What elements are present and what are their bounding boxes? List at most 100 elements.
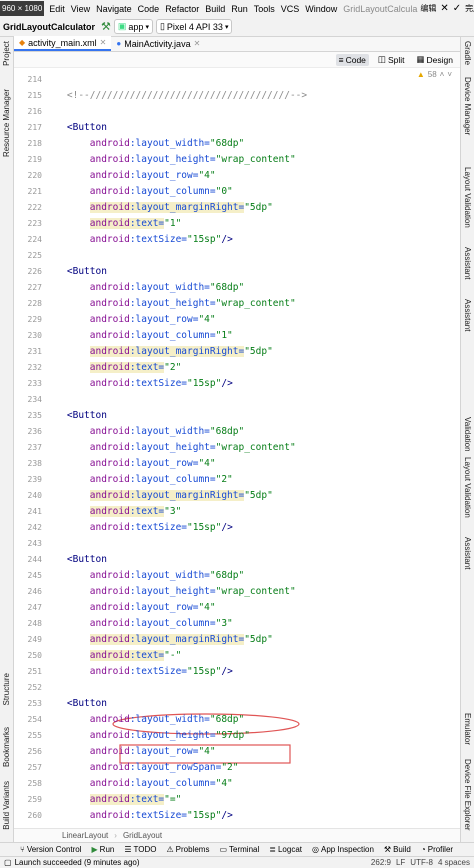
code-line[interactable]: <Button	[44, 552, 107, 568]
line-number[interactable]: 244	[28, 552, 42, 568]
layout-validation-tab-2[interactable]: Layout Validation	[463, 457, 472, 518]
line-number[interactable]: 253	[28, 696, 42, 712]
inspection-widget[interactable]: ▲ 58 ˄ ˅	[417, 70, 452, 79]
structure-tab[interactable]: Structure	[2, 673, 11, 705]
code-line[interactable]: android:layout_column="3"	[44, 616, 233, 632]
line-number[interactable]: 246	[28, 584, 42, 600]
status-message[interactable]: Launch succeeded (9 minutes ago)	[15, 858, 140, 867]
device-file-explorer-tab[interactable]: Device File Explorer	[463, 759, 472, 831]
code-line[interactable]: android:textSize="15sp"/>	[44, 664, 233, 680]
done-label[interactable]: 完成	[465, 3, 474, 14]
line-number[interactable]: 237	[28, 440, 42, 456]
line-number[interactable]: 221	[28, 184, 42, 200]
emulator-tab[interactable]: Emulator	[463, 713, 472, 745]
assistant-tab-3[interactable]: Assistant	[463, 537, 472, 569]
menu-run[interactable]: Run	[228, 4, 251, 14]
menu-vcs[interactable]: VCS	[278, 4, 303, 14]
split-view-button[interactable]: ◫ Split	[375, 53, 408, 66]
line-number[interactable]: 250	[28, 648, 42, 664]
line-number[interactable]: 232	[28, 360, 42, 376]
hammer-icon[interactable]: ⚒	[101, 20, 111, 33]
file-encoding[interactable]: UTF-8	[410, 858, 433, 867]
code-line[interactable]: android:layout_width="68dp"	[44, 136, 244, 152]
line-number[interactable]: 260	[28, 808, 42, 824]
tool-tab-terminal[interactable]: ▭ Terminal	[219, 845, 259, 854]
line-number[interactable]: 235	[28, 408, 42, 424]
code-line[interactable]: android:layout_column="0"	[44, 184, 233, 200]
assistant-tab-2[interactable]: Assistant	[463, 299, 472, 331]
tool-tab-build[interactable]: ⚒ Build	[384, 845, 411, 854]
line-number[interactable]: 255	[28, 728, 42, 744]
code-line[interactable]: android:textSize="15sp"/>	[44, 376, 233, 392]
line-number[interactable]: 241	[28, 504, 42, 520]
code-line[interactable]: android:layout_height="97dp"	[44, 728, 250, 744]
line-number[interactable]: 254	[28, 712, 42, 728]
code-line[interactable]: android:layout_height="wrap_content"	[44, 440, 296, 456]
breadcrumb-item[interactable]: LinearLayout	[62, 831, 108, 840]
tool-tab-todo[interactable]: ☰ TODO	[124, 845, 156, 854]
menu-view[interactable]: View	[68, 4, 93, 14]
code-line[interactable]: android:text="1"	[44, 216, 181, 232]
tool-tab-profiler[interactable]: ◔ Profiler	[421, 845, 453, 854]
line-number[interactable]: 231	[28, 344, 42, 360]
design-view-button[interactable]: ▦ Design	[414, 53, 457, 66]
line-number[interactable]: 233	[28, 376, 42, 392]
cursor-position[interactable]: 262:9	[371, 858, 391, 867]
line-number[interactable]: 218	[28, 136, 42, 152]
assistant-tab[interactable]: Assistant	[463, 247, 472, 279]
device-select[interactable]: ▯ Pixel 4 API 33 ▾	[155, 19, 233, 34]
edit-label[interactable]: 编辑	[420, 3, 436, 14]
close-icon[interactable]: ✕	[440, 3, 448, 14]
gradle-tab[interactable]: Gradle	[463, 41, 472, 65]
line-number[interactable]: 217	[28, 120, 42, 136]
tab-activity-main[interactable]: ◆ activity_main.xml ✕	[14, 36, 112, 51]
code-line[interactable]: android:layout_height="wrap_content"	[44, 296, 296, 312]
line-number[interactable]: 227	[28, 280, 42, 296]
code-line[interactable]: android:text="2"	[44, 360, 181, 376]
device-manager-tab[interactable]: Device Manager	[463, 77, 472, 135]
line-number[interactable]: 236	[28, 424, 42, 440]
menu-refactor[interactable]: Refactor	[162, 4, 202, 14]
chevron-up-icon[interactable]: ˄	[440, 70, 445, 79]
run-config-select[interactable]: ▣ app ▾	[113, 19, 153, 34]
code-line[interactable]: android:layout_row="4"	[44, 456, 216, 472]
code-line[interactable]: android:layout_column="4"	[44, 776, 233, 792]
tool-tab-problems[interactable]: ⚠ Problems	[167, 845, 210, 854]
menu-window[interactable]: Window	[302, 4, 340, 14]
code-editor[interactable]: <!--///////////////////////////////////-…	[44, 68, 460, 843]
line-number[interactable]: 249	[28, 632, 42, 648]
code-line[interactable]: android:textSize="15sp"/>	[44, 232, 233, 248]
validation-tab[interactable]: Validation	[463, 417, 472, 452]
line-number[interactable]: 239	[28, 472, 42, 488]
code-line[interactable]: android:layout_column="1"	[44, 328, 233, 344]
code-line[interactable]: android:layout_row="4"	[44, 744, 216, 760]
line-number[interactable]: 223	[28, 216, 42, 232]
code-view-button[interactable]: ≡ Code	[335, 53, 369, 66]
line-number[interactable]: 230	[28, 328, 42, 344]
line-number[interactable]: 245	[28, 568, 42, 584]
code-line[interactable]: android:layout_marginRight="5dp"	[44, 632, 273, 648]
code-line[interactable]: android:layout_width="68dp"	[44, 424, 244, 440]
line-number[interactable]: 214	[28, 72, 42, 88]
project-tool-tab[interactable]: Project	[2, 41, 11, 66]
line-number[interactable]: 219	[28, 152, 42, 168]
line-number[interactable]: 258	[28, 776, 42, 792]
bookmarks-tab[interactable]: Bookmarks	[2, 727, 11, 767]
menu-navigate[interactable]: Navigate	[93, 4, 135, 14]
line-number[interactable]: 240	[28, 488, 42, 504]
code-line[interactable]: android:layout_row="4"	[44, 312, 216, 328]
menu-edit[interactable]: Edit	[46, 4, 68, 14]
code-line[interactable]: android:layout_height="wrap_content"	[44, 152, 296, 168]
menu-code[interactable]: Code	[135, 4, 163, 14]
code-line[interactable]: <Button	[44, 264, 107, 280]
code-line[interactable]: android:textSize="15sp"/>	[44, 520, 233, 536]
line-number[interactable]: 243	[28, 536, 42, 552]
line-number[interactable]: 220	[28, 168, 42, 184]
line-number[interactable]: 259	[28, 792, 42, 808]
layout-validation-tab[interactable]: Layout Validation	[463, 167, 472, 228]
close-icon[interactable]: ✕	[194, 39, 201, 48]
code-line[interactable]: android:layout_marginRight="5dp"	[44, 200, 273, 216]
code-line[interactable]: android:layout_column="2"	[44, 472, 233, 488]
code-line[interactable]: android:layout_width="68dp"	[44, 280, 244, 296]
code-line[interactable]: <Button	[44, 696, 107, 712]
